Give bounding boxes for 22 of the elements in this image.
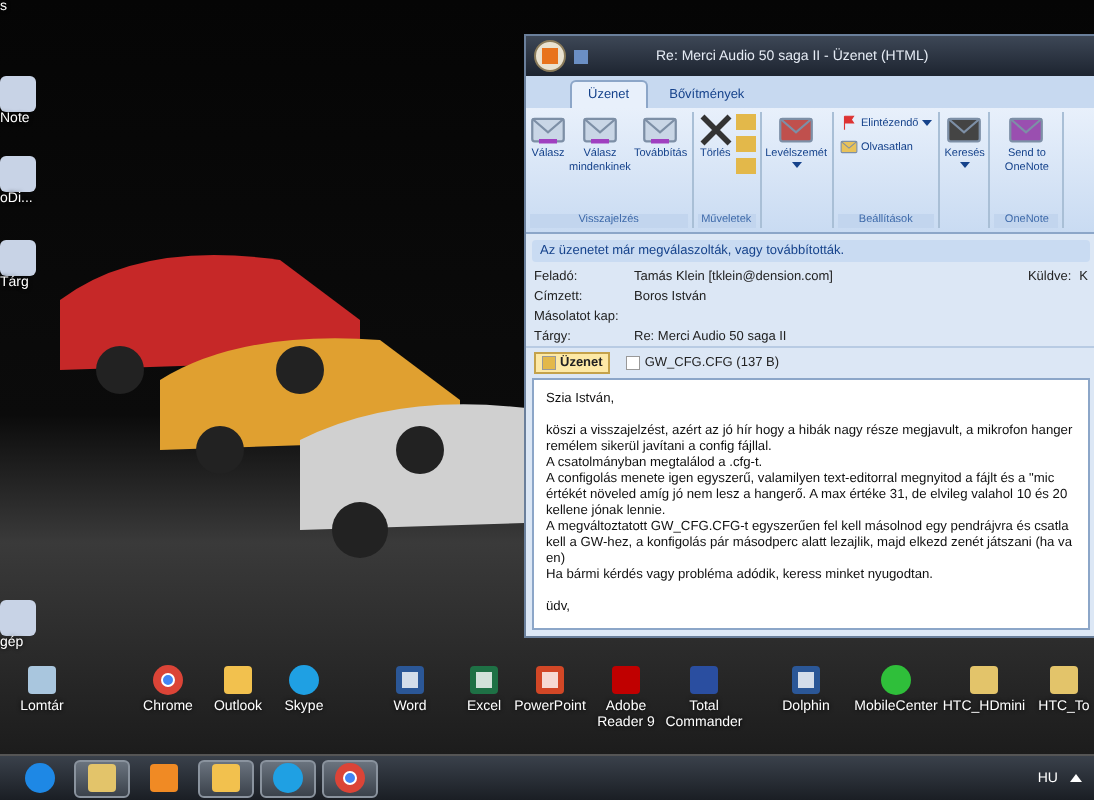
file-icon[interactable] (0, 156, 36, 192)
document-icon (790, 664, 822, 696)
taskbar-button[interactable] (74, 759, 130, 797)
spreadsheet-icon (468, 664, 500, 696)
taskbar-button[interactable] (322, 759, 378, 797)
file-icon[interactable] (0, 600, 36, 636)
document-icon (626, 356, 641, 370)
flag-icon (839, 114, 857, 132)
cross-icon (697, 112, 734, 148)
bubble-icon (288, 664, 320, 696)
slides-icon (534, 664, 566, 696)
taskbar-button[interactable] (198, 759, 254, 797)
globe-icon (334, 762, 366, 794)
bubble-icon (272, 762, 304, 794)
file-icon[interactable] (0, 240, 36, 276)
document-icon (394, 664, 426, 696)
ball-icon (880, 664, 912, 696)
office-orb-icon[interactable] (534, 40, 566, 72)
file-icon[interactable] (0, 76, 36, 112)
globe-icon (24, 762, 56, 794)
up-arrow-icon[interactable] (1070, 774, 1082, 782)
globe-icon (152, 664, 184, 696)
